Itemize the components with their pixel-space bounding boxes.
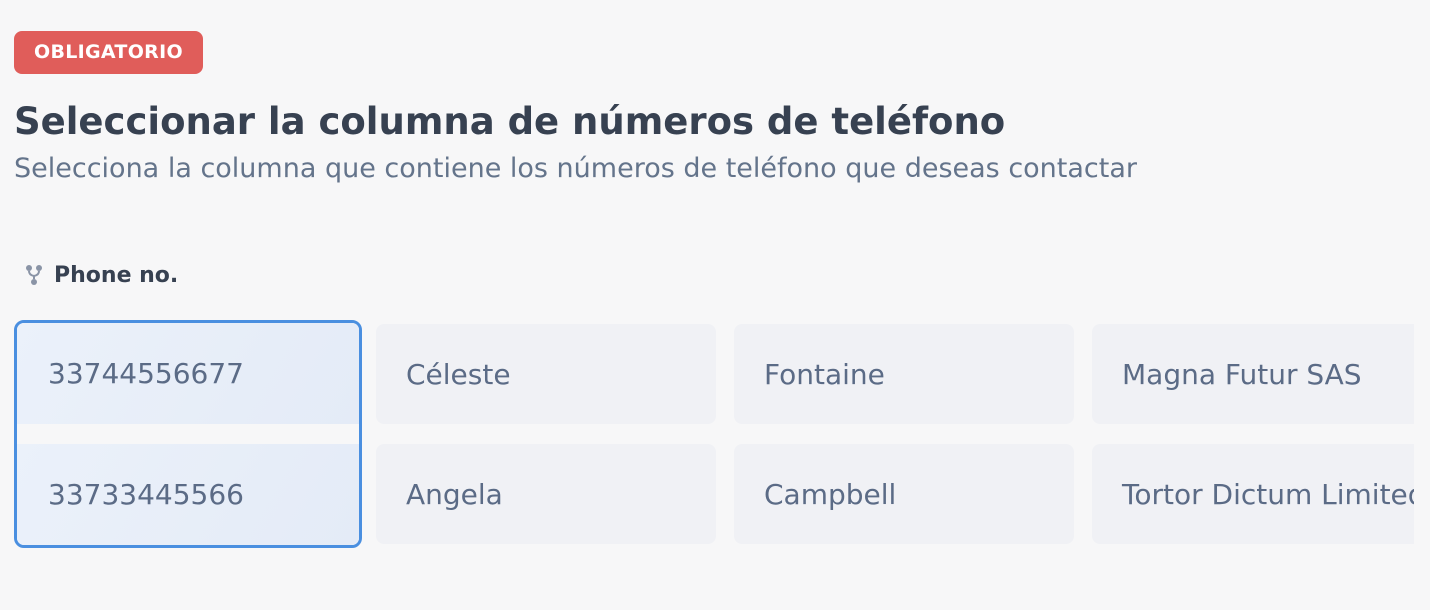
required-badge: OBLIGATORIO — [14, 31, 203, 74]
column-cell: Campbell — [734, 444, 1074, 544]
fork-icon — [24, 262, 44, 288]
column-cell: 33733445566 — [17, 444, 359, 545]
column-cell: Tortor Dictum Limited — [1092, 444, 1414, 544]
columns-preview: 33744556677 33733445566 Céleste Angela F… — [14, 320, 1414, 550]
page-title: Seleccionar la columna de números de tel… — [14, 100, 1006, 143]
column-name: Phone no. — [54, 262, 179, 288]
page: OBLIGATORIO Seleccionar la columna de nú… — [0, 0, 1430, 610]
column-cell: Magna Futur SAS — [1092, 324, 1414, 424]
column-cell: Fontaine — [734, 324, 1074, 424]
column-cell: 33744556677 — [17, 323, 359, 424]
cell-divider — [17, 424, 359, 444]
column-cell: Angela — [376, 444, 716, 544]
selected-column-label: Phone no. — [24, 262, 178, 288]
page-subtitle: Selecciona la columna que contiene los n… — [14, 153, 1138, 184]
column-option-first-name[interactable]: Céleste Angela — [376, 320, 716, 548]
column-option-company[interactable]: Magna Futur SAS Tortor Dictum Limited — [1092, 320, 1414, 548]
column-option-phone[interactable]: 33744556677 33733445566 — [14, 320, 362, 548]
column-option-last-name[interactable]: Fontaine Campbell — [734, 320, 1074, 548]
column-cell: Céleste — [376, 324, 716, 424]
